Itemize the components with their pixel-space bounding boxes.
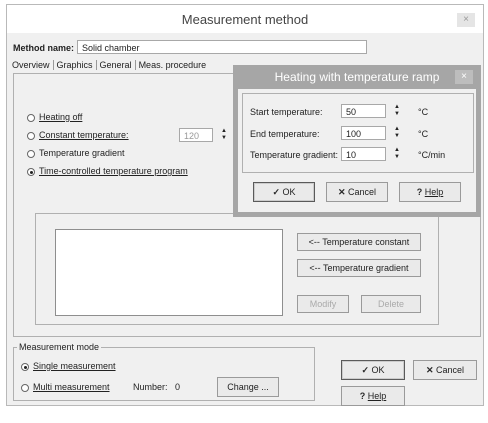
end-temperature-spinner[interactable]: ▲ ▼ [392,126,402,140]
radio-heating-off[interactable] [27,114,35,122]
measurement-mode-legend: Measurement mode [17,342,102,352]
spin-down-icon[interactable]: ▼ [392,133,402,140]
title-bar[interactable]: Measurement method × [7,5,483,33]
spin-up-icon[interactable]: ▲ [219,128,229,135]
window-title: Measurement method [181,12,309,27]
number-value: 0 [175,382,181,392]
start-temperature-label: Start temperature: [250,107,323,117]
cancel-button[interactable]: ✕ Cancel [413,360,477,380]
temperature-gradient-unit: °C/min [418,150,446,160]
check-icon: ✓ [361,365,369,375]
ramp-ok-label: OK [282,187,296,197]
radio-time-controlled-program[interactable] [27,168,35,176]
spin-up-icon[interactable]: ▲ [392,104,402,111]
ramp-dialog-title: Heating with temperature ramp [274,70,440,84]
single-measurement-label: Single measurement [33,361,116,371]
radio-constant-temperature[interactable] [27,132,35,140]
start-temperature-spinner[interactable]: ▲ ▼ [392,104,402,118]
help-icon: ? [416,187,423,197]
temperature-gradient-input[interactable]: 10 [341,147,386,161]
tab-graphics[interactable]: Graphics [54,60,97,70]
heating-off-label: Heating off [39,112,83,122]
ramp-ok-button[interactable]: ✓ OK [253,182,315,202]
delete-button[interactable]: Delete [361,295,421,313]
radio-single-measurement[interactable] [21,363,29,371]
help-label: Help [367,391,387,401]
constant-temperature-spinner[interactable]: ▲ ▼ [219,128,229,142]
constant-temperature-input[interactable]: 120 [179,128,213,142]
modify-button[interactable]: Modify [297,295,349,313]
method-name-label: Method name: [13,43,75,53]
start-temperature-unit: °C [418,107,429,117]
x-icon: ✕ [337,187,346,197]
ok-label: OK [371,365,385,375]
tab-meas-procedure[interactable]: Meas. procedure [136,60,210,70]
ramp-cancel-label: Cancel [348,187,377,197]
program-list[interactable] [55,229,283,316]
spin-down-icon[interactable]: ▼ [392,111,402,118]
ramp-dialog-body: Start temperature: 50 ▲ ▼ °C End temperat… [238,89,476,212]
temperature-constant-button[interactable]: <-- Temperature constant [297,233,421,251]
spin-up-icon[interactable]: ▲ [392,126,402,133]
radio-temperature-gradient[interactable] [27,150,35,158]
start-temperature-input[interactable]: 50 [341,104,386,118]
multi-measurement-label: Multi measurement [33,382,110,392]
radio-multi-measurement[interactable] [21,384,29,392]
ramp-cancel-button[interactable]: ✕ Cancel [326,182,388,202]
change-button[interactable]: Change ... [217,377,279,397]
close-icon[interactable]: × [457,13,475,27]
end-temperature-input[interactable]: 100 [341,126,386,140]
temperature-gradient-ramp-label: Temperature gradient: [250,150,339,160]
spin-down-icon[interactable]: ▼ [392,154,402,161]
temperature-gradient-spinner[interactable]: ▲ ▼ [392,147,402,161]
temperature-gradient-button[interactable]: <-- Temperature gradient [297,259,421,277]
end-temperature-unit: °C [418,129,429,139]
cancel-label: Cancel [436,365,465,375]
end-temperature-label: End temperature: [250,129,320,139]
spin-down-icon[interactable]: ▼ [219,135,229,142]
spin-up-icon[interactable]: ▲ [392,147,402,154]
tab-overview[interactable]: Overview [9,60,54,70]
method-name-input[interactable]: Solid chamber [77,40,367,54]
tab-general[interactable]: General [97,60,136,70]
ramp-close-icon[interactable]: × [455,70,473,84]
help-icon: ? [359,391,366,401]
time-controlled-program-label: Time-controlled temperature program [39,166,188,176]
ramp-help-button[interactable]: ? Help [399,182,461,202]
constant-temperature-label: Constant temperature: [39,130,129,140]
number-label: Number: [133,382,168,392]
x-icon: ✕ [425,365,434,375]
tab-bar: Overview Graphics General Meas. procedure [9,60,209,70]
ramp-dialog: Heating with temperature ramp × Start te… [233,65,481,217]
check-icon: ✓ [272,187,280,197]
ramp-help-label: Help [424,187,444,197]
help-button[interactable]: ? Help [341,386,405,406]
ok-button[interactable]: ✓ OK [341,360,405,380]
temperature-gradient-label: Temperature gradient [39,148,125,158]
